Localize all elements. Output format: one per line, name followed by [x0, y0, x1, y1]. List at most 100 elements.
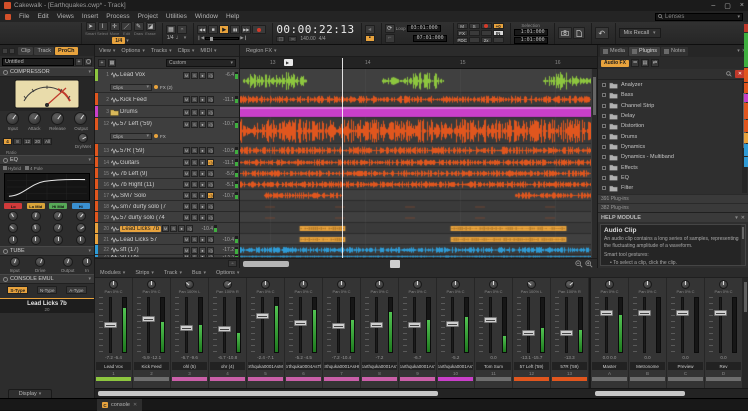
ratio-button[interactable]: All: [43, 138, 52, 145]
mix-button[interactable]: +0: [493, 23, 504, 29]
arm-button[interactable]: ●: [199, 192, 206, 199]
plugin-folder-item[interactable]: Channel Strip: [598, 101, 748, 111]
track-name[interactable]: 7b Right (11): [120, 182, 182, 188]
compressor-header[interactable]: COMPRESSOR: [0, 67, 94, 77]
mixer-horizontal-scrollbar[interactable]: [95, 388, 748, 398]
fx-rescan-icon[interactable]: ⇄: [651, 59, 659, 67]
volume-fader[interactable]: [714, 310, 727, 316]
inspector-pin-icon[interactable]: [9, 48, 15, 54]
arm-button[interactable]: ●: [199, 96, 206, 103]
solo-button[interactable]: S: [191, 72, 198, 79]
menu-item[interactable]: Insert: [82, 13, 98, 20]
track-name[interactable]: Lead Licks 7b: [120, 226, 161, 232]
track-row[interactable]: 14 Guitars M S ● ◁) -11.1: [95, 157, 239, 168]
scrollbar-thumb[interactable]: [390, 260, 400, 268]
eq-header[interactable]: EQ: [0, 155, 94, 165]
tempo-value[interactable]: 140.00: [300, 36, 315, 42]
input-echo-button[interactable]: ◁): [207, 170, 214, 177]
channel-name[interactable]: Earthquka0001AsT: [400, 362, 435, 370]
mute-button[interactable]: M: [183, 181, 190, 188]
meter-value[interactable]: 4/4: [319, 36, 326, 42]
smart-grid-caret-icon[interactable]: [126, 38, 129, 44]
input-echo-button[interactable]: ◁): [207, 147, 214, 154]
playhead-line[interactable]: [342, 58, 343, 258]
minimize-button[interactable]: –: [711, 2, 715, 10]
scrollbar-handle[interactable]: [243, 261, 289, 267]
track-row[interactable]: 19 57 durty solo (74 M S ● ◁): [95, 212, 239, 223]
arm-button[interactable]: ●: [199, 170, 206, 177]
ratio-button[interactable]: 12: [23, 138, 32, 145]
console-tab-close-icon[interactable]: ✕: [133, 402, 137, 408]
time-format-icon[interactable]: ⊡: [276, 36, 285, 42]
undo-button[interactable]: ↶: [595, 27, 609, 39]
menu-item[interactable]: Edit: [37, 13, 48, 20]
eq-freq-knob[interactable]: [31, 223, 41, 233]
track-row[interactable]: 3 Drums M S ● ◁): [95, 106, 239, 118]
pan-knob[interactable]: [681, 280, 690, 289]
compressor-knob[interactable]: [6, 112, 19, 125]
arm-button[interactable]: ●: [199, 203, 206, 210]
plugin-folder-item[interactable]: EQ: [598, 173, 748, 183]
channel-strip[interactable]: Pan 100% R -13.3 57R ('59) 13: [551, 278, 589, 388]
track-volume-value[interactable]: -17.2: [215, 247, 234, 253]
arrange-horizontal-scrollbar[interactable]: [240, 258, 597, 268]
mute-button[interactable]: M: [183, 109, 190, 116]
close-button[interactable]: ×: [740, 2, 744, 10]
plugin-folder-item[interactable]: Dynamics: [598, 142, 748, 152]
track-volume-value[interactable]: -10.7: [215, 121, 234, 127]
solo-button[interactable]: S: [191, 181, 198, 188]
fx-sort-icon[interactable]: ≔: [631, 59, 639, 67]
folder-checkbox[interactable]: [602, 93, 606, 97]
solo-button[interactable]: S: [191, 109, 198, 116]
tool-button[interactable]: ✎: [134, 22, 144, 31]
pan-knob[interactable]: [223, 280, 232, 289]
compressor-knob[interactable]: [74, 112, 87, 125]
mute-button[interactable]: M: [183, 121, 190, 128]
console-emulator-header[interactable]: CONSOLE EMUL: [0, 274, 94, 284]
fx-layout-icon[interactable]: ▤: [641, 59, 649, 67]
inspector-tab[interactable]: ProCh: [55, 47, 78, 55]
channel-name[interactable]: Erthquka0001AsMv: [248, 362, 283, 370]
eq-gain-knob[interactable]: [76, 211, 86, 221]
app-menu-icon[interactable]: [5, 14, 11, 20]
console-menu[interactable]: Track: [164, 270, 182, 276]
folder-checkbox[interactable]: [602, 104, 606, 108]
plugin-folder-item[interactable]: Drums: [598, 131, 748, 141]
volume-fader[interactable]: [370, 322, 383, 328]
track-view-menu[interactable]: Tracks: [151, 48, 172, 54]
eq-power-icon[interactable]: [3, 158, 8, 163]
arm-button[interactable]: ●: [199, 159, 206, 166]
mute-button[interactable]: M: [183, 192, 190, 199]
region-fx-menu[interactable]: Region FX: [246, 48, 277, 54]
eq-freq-knob[interactable]: [76, 223, 86, 233]
channel-strip[interactable]: Pan 100% L -13.1 -15.7 57 Left ('59) 12: [513, 278, 551, 388]
tool-button[interactable]: ◪: [146, 22, 156, 31]
track-row[interactable]: 12 57 Left ('59) M S ● ◁) -10.7 Clips: [95, 118, 239, 144]
master-strip[interactable]: Pan 0% C 0.0 Rev D: [705, 278, 743, 388]
play-button[interactable]: ▶: [219, 25, 229, 34]
channel-name[interactable]: Kick Feed: [134, 362, 169, 370]
master-strip[interactable]: Pan 0% C 0.0 Preview C: [667, 278, 705, 388]
volume-fader[interactable]: [560, 330, 573, 336]
folder-checkbox[interactable]: [602, 124, 606, 128]
mix-button[interactable]: [481, 30, 492, 36]
track-volume-value[interactable]: -5.6: [215, 171, 234, 177]
track-view-menu[interactable]: Options: [121, 48, 144, 54]
console-menu[interactable]: Bus: [192, 270, 206, 276]
channel-name[interactable]: Erthquka0004AsTb: [286, 362, 321, 370]
input-echo-button[interactable]: ◁): [207, 96, 214, 103]
selection-end-field[interactable]: 1:01:000: [514, 37, 548, 44]
track-control-preset-dropdown[interactable]: Custom: [166, 59, 236, 67]
mute-button[interactable]: M: [183, 203, 190, 210]
pan-knob[interactable]: [565, 280, 574, 289]
solo-button[interactable]: S: [191, 96, 198, 103]
clips-dropdown[interactable]: Clips: [110, 133, 152, 140]
channel-strip[interactable]: Pan 100% L -6.7 -9.6 ohl (5) 3: [171, 278, 209, 388]
volume-fader[interactable]: [638, 310, 651, 316]
eq-mode-option[interactable]: 4 Pole: [25, 166, 43, 171]
volume-fader[interactable]: [522, 330, 535, 336]
channel-strip[interactable]: Pan 0% C -5.2 Earthquka0001AsT 10: [437, 278, 475, 388]
eq-mode-option[interactable]: Hybrid: [3, 166, 21, 171]
mix-button[interactable]: M: [457, 23, 468, 29]
channel-name[interactable]: Earthquka0001AsT: [362, 362, 397, 370]
